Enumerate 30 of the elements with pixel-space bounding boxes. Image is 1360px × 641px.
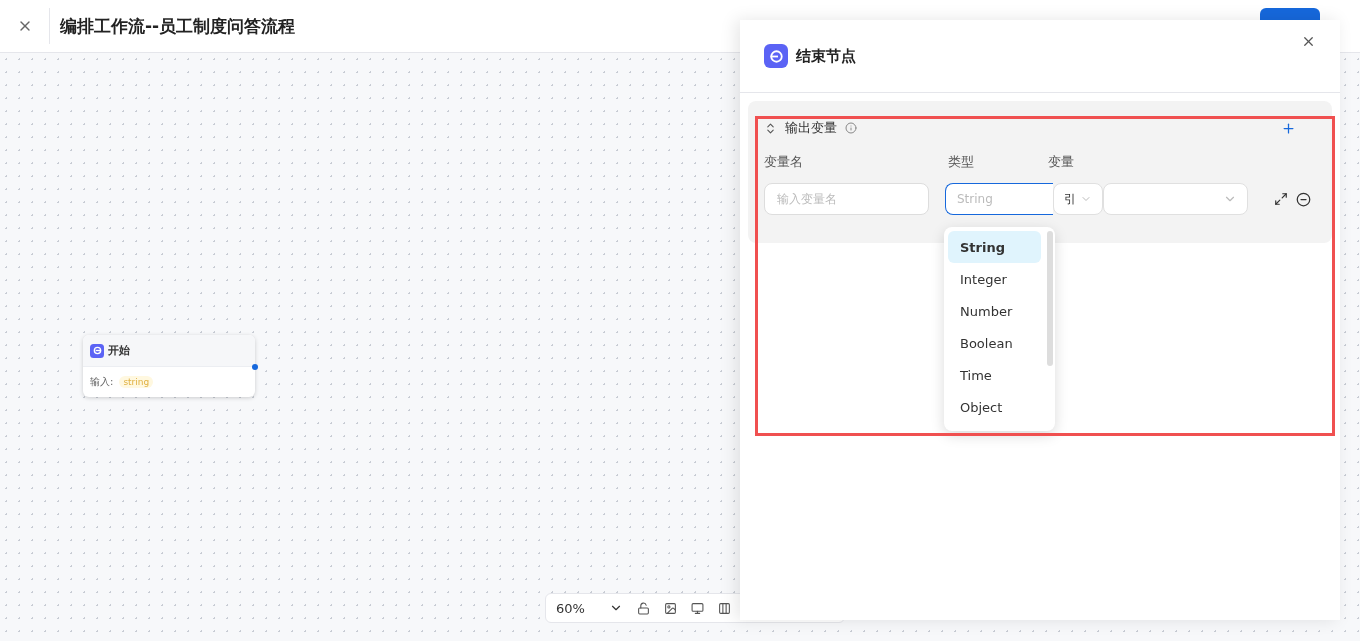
- column-label: 变量: [1048, 153, 1075, 171]
- column-label: 类型: [948, 153, 975, 171]
- type-option[interactable]: Object: [948, 391, 1041, 423]
- type-option[interactable]: Integer: [948, 263, 1041, 295]
- page-title: 编排工作流--员工制度问答流程: [60, 14, 296, 38]
- output-port[interactable]: [252, 364, 258, 370]
- type-option[interactable]: String: [948, 231, 1041, 263]
- add-icon[interactable]: [1281, 120, 1296, 136]
- section-title: 输出变量: [785, 119, 837, 137]
- type-option[interactable]: Time: [948, 359, 1041, 391]
- zoom-select[interactable]: 60%: [556, 600, 623, 616]
- type-option[interactable]: Boolean: [948, 327, 1041, 359]
- remove-icon[interactable]: [1296, 191, 1311, 207]
- node-title: 开始: [108, 343, 130, 358]
- input-label: 输入:: [90, 375, 114, 389]
- type-tag: string: [119, 376, 154, 388]
- column-label: 变量名: [764, 153, 804, 171]
- type-option[interactable]: Number: [948, 295, 1041, 327]
- image-icon[interactable]: [663, 601, 677, 615]
- mode-select[interactable]: 引: [1053, 183, 1103, 215]
- expand-icon[interactable]: [1274, 192, 1288, 206]
- node-icon: [90, 343, 104, 358]
- expand-toggle-icon[interactable]: [764, 121, 777, 135]
- unlock-icon[interactable]: [636, 601, 650, 615]
- drawer-title: 结束节点: [796, 46, 857, 66]
- columns-icon[interactable]: [717, 601, 731, 615]
- start-node[interactable]: 开始 输入: string: [83, 335, 255, 397]
- variable-name-field[interactable]: 输入变量名: [764, 183, 929, 215]
- monitor-icon[interactable]: [690, 601, 704, 615]
- end-node-icon: [764, 44, 788, 68]
